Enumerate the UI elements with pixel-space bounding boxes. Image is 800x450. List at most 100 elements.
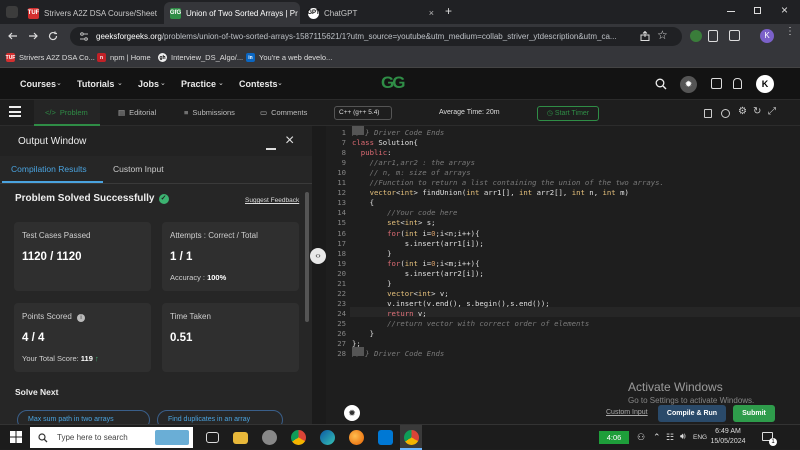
solve-next-item[interactable]: Find duplicates in an array (157, 410, 283, 424)
language-indicator[interactable]: ENG (693, 434, 707, 441)
font-size-icon[interactable] (721, 109, 730, 118)
reset-icon[interactable]: ↻ (753, 106, 761, 117)
pane-divider[interactable]: ‹› (312, 126, 326, 424)
user-avatar[interactable]: K (756, 75, 774, 93)
code-line[interactable]: for(int i=0;i<n;i++){ (352, 229, 479, 239)
bookmark-item[interactable]: TUF Strivers A2Z DSA Co... (6, 53, 95, 62)
fullscreen-icon[interactable]: ⤢ (768, 106, 776, 117)
tab-problem[interactable]: </>Problem (45, 108, 88, 117)
tab-list-icon[interactable] (6, 6, 18, 18)
close-icon[interactable]: × (285, 132, 294, 150)
file-explorer-icon[interactable] (233, 432, 248, 444)
clock-time[interactable]: 6:49 AM (710, 428, 746, 435)
code-line[interactable]: //return vector with correct order of el… (352, 319, 589, 329)
start-timer-button[interactable]: ◷ Start Timer (537, 106, 599, 121)
resize-handle-icon[interactable]: ‹› (310, 248, 326, 264)
code-line[interactable]: vector<int> v; (352, 289, 449, 299)
reload-icon[interactable] (48, 31, 58, 41)
tab-union-arrays[interactable]: GfG Union of Two Sorted Arrays | Pr × (164, 2, 300, 24)
back-icon[interactable] (8, 31, 18, 41)
bookmark-star-icon[interactable]: ☆ (657, 28, 668, 42)
search-icon[interactable] (655, 78, 667, 90)
code-line[interactable]: vector<int> findUnion(int arr1[], int ar… (352, 188, 629, 198)
address-bar[interactable]: geeksforgeeks.org/problems/union-of-two-… (70, 27, 682, 46)
network-icon[interactable]: ☷ (666, 432, 674, 443)
code-line[interactable]: } (352, 329, 374, 339)
profile-avatar[interactable]: K (760, 29, 774, 43)
code-line[interactable]: // } Driver Code Ends (352, 349, 444, 359)
settings-icon[interactable]: ⚙ (738, 106, 747, 117)
code-line[interactable]: // n, m: size of arrays (352, 168, 471, 178)
windows-start-icon[interactable] (10, 431, 22, 443)
nav-courses[interactable]: Courses (20, 79, 56, 89)
volume-icon[interactable]: 🔊︎ (680, 431, 686, 442)
nav-jobs[interactable]: Jobs (138, 79, 159, 89)
code-line[interactable]: } (352, 249, 392, 259)
edge-icon[interactable] (320, 430, 335, 445)
submit-button[interactable]: Submit (733, 405, 775, 422)
compile-run-button[interactable]: Compile & Run (658, 405, 726, 422)
scrollbar[interactable] (305, 192, 309, 322)
task-view-icon[interactable] (206, 432, 219, 443)
suggest-feedback-link[interactable]: Suggest Feedback (245, 197, 299, 204)
copy-icon[interactable] (704, 109, 712, 118)
vscode-icon[interactable] (378, 430, 393, 445)
tab-editorial[interactable]: ▤Editorial (118, 108, 156, 117)
code-line[interactable]: //Your code here (352, 208, 457, 218)
tab-chatgpt[interactable]: GPT ChatGPT × (302, 2, 440, 24)
clock-date[interactable]: 15/05/2024 (706, 438, 750, 445)
tab-custom-input[interactable]: Custom Input (113, 164, 164, 174)
bookmark-item[interactable]: gh Interview_DS_Algo/... (158, 53, 243, 62)
taskbar-search[interactable]: Type here to search (30, 427, 193, 448)
puzzle-icon[interactable] (708, 30, 718, 42)
code-line[interactable]: public: (352, 148, 392, 158)
custom-input-link[interactable]: Custom Input (606, 409, 648, 416)
battery-indicator[interactable]: 4:06 (599, 431, 629, 444)
gfg-logo[interactable]: GG (381, 73, 403, 93)
new-tab-button[interactable]: + (445, 4, 452, 18)
nav-practice[interactable]: Practice (181, 79, 216, 89)
language-select[interactable]: C++ (g++ 5.4) (334, 106, 392, 120)
chrome-icon[interactable] (291, 430, 306, 445)
code-line[interactable]: { (352, 198, 374, 208)
tab-comments[interactable]: ▭Comments (260, 108, 307, 117)
nav-contests[interactable]: Contests (239, 79, 278, 89)
theme-bulb-icon[interactable]: ✹ (344, 405, 360, 421)
tab-strivers[interactable]: TUF Strivers A2Z DSA Course/Sheet × (22, 2, 162, 24)
nav-tutorials[interactable]: Tutorials (77, 79, 114, 89)
chrome-icon[interactable] (404, 430, 419, 445)
code-line[interactable]: for(int i=0;i<m;i++){ (352, 259, 479, 269)
code-line[interactable]: //arr1,arr2 : the arrays (352, 158, 475, 168)
hamburger-menu-icon[interactable] (9, 106, 21, 117)
firefox-icon[interactable] (349, 430, 364, 445)
forward-icon[interactable] (28, 31, 38, 41)
code-editor[interactable]: 1// } Driver Code Ends7class Solution{8 … (326, 126, 800, 424)
extensions-menu-icon[interactable] (729, 30, 740, 41)
code-line[interactable]: // } Driver Code Ends (352, 128, 444, 138)
extension-icon[interactable] (690, 30, 702, 42)
bell-icon[interactable] (733, 78, 742, 89)
info-icon[interactable]: i (77, 314, 85, 322)
theme-toggle-icon[interactable]: ✹ (680, 76, 697, 93)
code-line[interactable]: class Solution{ (352, 138, 418, 148)
code-line[interactable]: s.insert(arr1[i]); (352, 239, 484, 249)
tab-submissions[interactable]: ≡Submissions (184, 108, 235, 117)
chevron-up-icon[interactable]: ⌃ (653, 432, 661, 443)
bookmark-item[interactable]: in You're a web develo... (246, 53, 332, 62)
people-icon[interactable]: ⚇ (637, 432, 645, 443)
kebab-menu-icon[interactable]: ⋮ (785, 29, 795, 34)
code-line[interactable]: s.insert(arr2[i]); (352, 269, 484, 279)
close-icon[interactable]: × (429, 8, 434, 18)
translate-icon[interactable] (711, 78, 722, 89)
camera-icon[interactable] (262, 430, 277, 445)
solve-next-item[interactable]: Max sum path in two arrays (17, 410, 150, 424)
code-line[interactable]: set<int> s; (352, 218, 436, 228)
share-icon[interactable] (640, 31, 650, 41)
bookmark-item[interactable]: n npm | Home (97, 53, 151, 62)
minimize-icon[interactable] (266, 148, 276, 150)
minimize-icon[interactable] (727, 11, 735, 12)
site-info-icon[interactable] (79, 32, 89, 41)
code-line[interactable]: } (352, 279, 392, 289)
window-close-icon[interactable]: × (781, 3, 788, 17)
code-line[interactable]: //Function to return a list containing t… (352, 178, 664, 188)
